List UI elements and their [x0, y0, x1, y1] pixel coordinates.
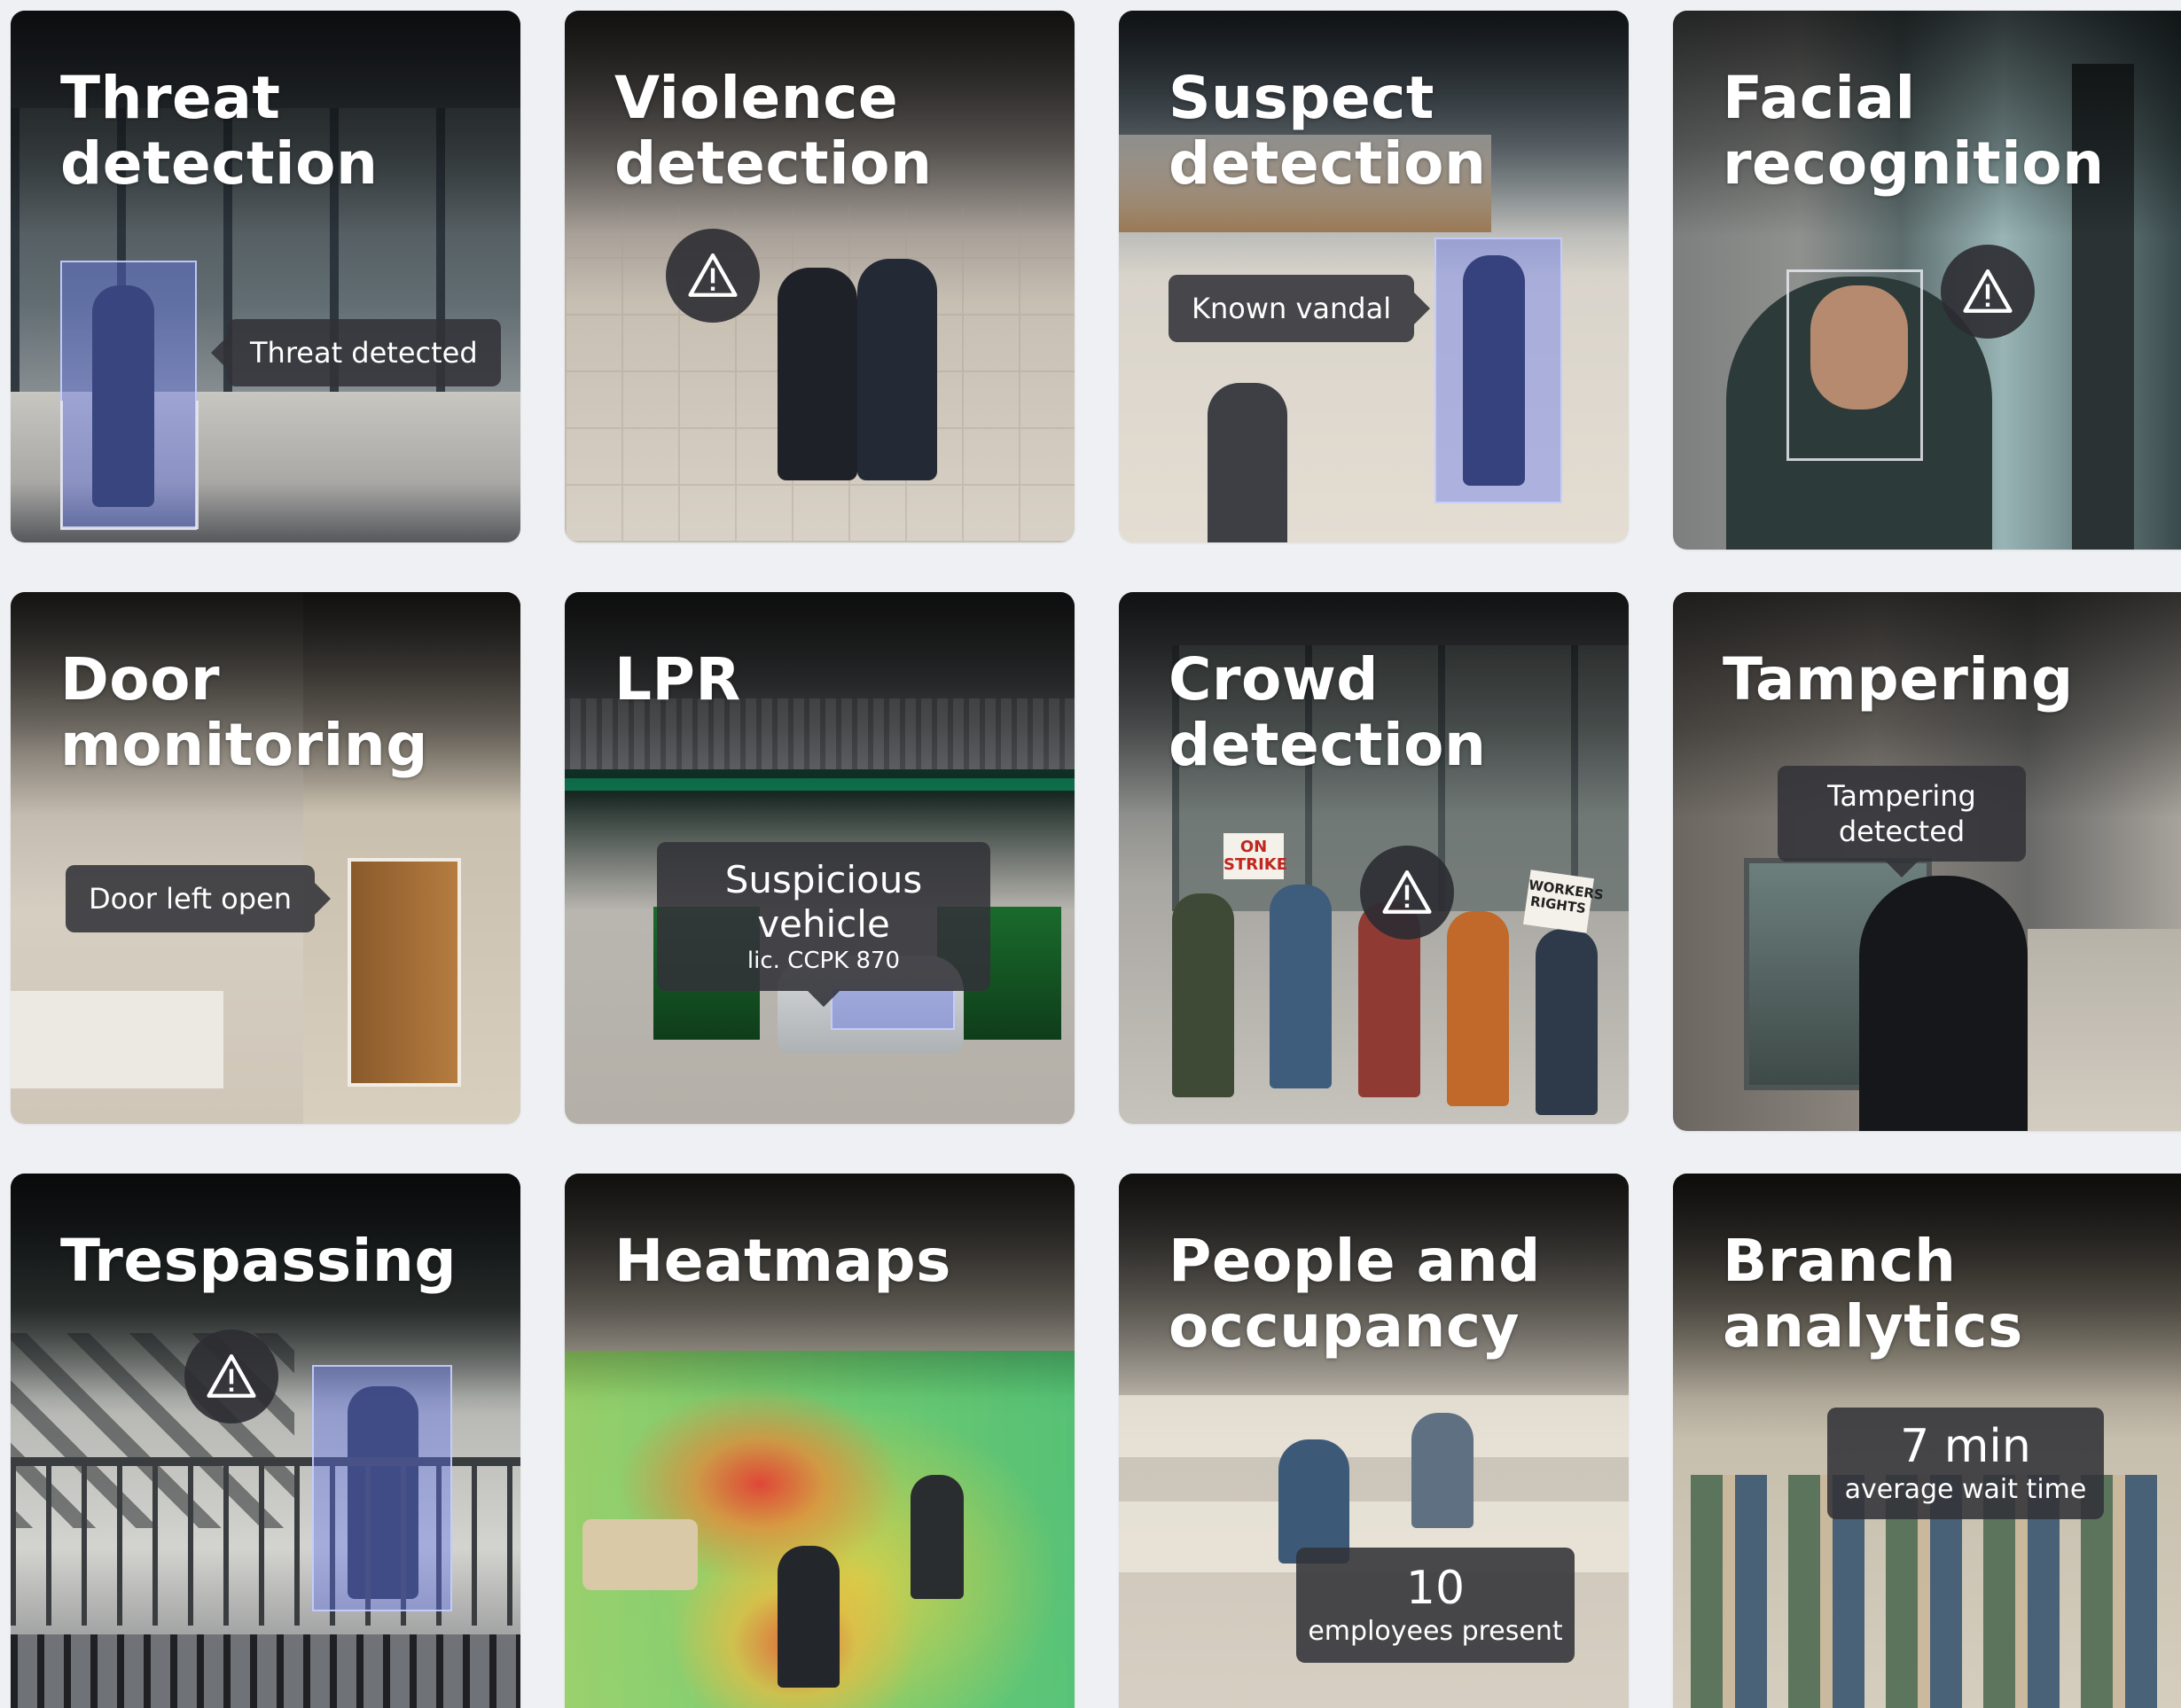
tampering-detected-label: Tampering detected — [1778, 766, 2026, 877]
tile-title: Facial recognition — [1723, 64, 2105, 198]
wait-time-label: 7 min average wait time — [1827, 1408, 2104, 1519]
tile-tampering[interactable]: Tampering Tampering detected — [1673, 592, 2181, 1131]
sofa — [582, 1519, 698, 1590]
tile-title: LPR — [614, 645, 741, 714]
tile-heatmaps[interactable]: Heatmaps — [565, 1174, 1075, 1708]
known-vandal-label: Known vandal — [1169, 275, 1431, 342]
employees-present-label: 10 employees present — [1296, 1548, 1575, 1663]
tile-title: Heatmaps — [614, 1227, 951, 1295]
desk-row — [1119, 1395, 1629, 1457]
fighter-figure — [857, 259, 937, 480]
warning-icon — [666, 229, 760, 323]
employee-count-caption: employees present — [1308, 1616, 1563, 1647]
tile-people-occupancy[interactable]: People and occupancy 10 employees presen… — [1119, 1174, 1629, 1708]
tile-lpr[interactable]: LPR Suspicious vehicle lic. CCPK 870 — [565, 592, 1075, 1124]
wait-time-caption: average wait time — [1844, 1474, 2087, 1505]
sidewalk — [2028, 929, 2181, 1131]
tile-branch-analytics[interactable]: Branch analytics 7 min average wait time — [1673, 1174, 2181, 1708]
person-figure — [1208, 383, 1287, 542]
hooded-figure — [1859, 876, 2028, 1131]
tile-suspect-detection[interactable]: Suspect detection Known vandal — [1119, 11, 1629, 542]
protester-figure — [1270, 885, 1332, 1088]
fighter-figure — [778, 268, 857, 480]
employee-figure — [1411, 1413, 1474, 1528]
license-plate-text: lic. CCPK 870 — [747, 948, 901, 974]
plate-detection-box — [831, 987, 955, 1030]
walking-person — [911, 1475, 964, 1599]
desk — [11, 991, 223, 1088]
tile-trespassing[interactable]: Trespassing — [11, 1174, 520, 1708]
employee-count: 10 — [1405, 1562, 1466, 1615]
detection-box — [312, 1365, 452, 1611]
green-stripe — [565, 778, 1075, 791]
tile-title: Violence detection — [614, 64, 933, 198]
tile-violence-detection[interactable]: Violence detection — [565, 11, 1075, 542]
tile-facial-recognition[interactable]: Facial recognition — [1673, 11, 2181, 550]
suspicious-vehicle-text: Suspicious vehicle — [724, 858, 923, 946]
open-door — [348, 858, 461, 1087]
tile-title: Suspect detection — [1169, 64, 1487, 198]
protester-figure — [1172, 893, 1234, 1097]
threat-detected-label: Threat detected — [211, 319, 501, 386]
tile-title: People and occupancy — [1169, 1227, 1541, 1361]
tile-title: Tampering — [1723, 645, 2074, 714]
warning-icon — [1941, 245, 2035, 339]
detection-outline — [60, 401, 199, 529]
face-detection-box — [1786, 269, 1923, 461]
suspicious-vehicle-label: Suspicious vehicle lic. CCPK 870 — [657, 842, 990, 1007]
on-strike-sign: ON STRIKE — [1223, 833, 1287, 879]
tile-title: Trespassing — [60, 1227, 457, 1295]
warning-icon — [1360, 846, 1454, 940]
warning-icon — [184, 1330, 278, 1423]
protester-figure — [1447, 911, 1509, 1106]
tile-threat-detection[interactable]: Threat detection Threat detected — [11, 11, 520, 542]
tile-title: Threat detection — [60, 64, 379, 198]
workers-rights-sign: WORKERS RIGHTS — [1523, 870, 1605, 933]
tile-title: Door monitoring — [60, 645, 429, 779]
railing-lower — [11, 1634, 520, 1708]
employee-figure — [1278, 1439, 1349, 1564]
protester-figure — [1536, 929, 1598, 1115]
tile-door-monitoring[interactable]: Door monitoring Door left open — [11, 592, 520, 1124]
tile-crowd-detection[interactable]: ON STRIKE WORKERS RIGHTS Crowd detection — [1119, 592, 1629, 1124]
tile-title: Crowd detection — [1169, 645, 1487, 779]
detection-box — [1434, 238, 1562, 503]
walking-person — [778, 1546, 840, 1688]
tile-title: Branch analytics — [1723, 1227, 2023, 1361]
wait-time-value: 7 min — [1900, 1420, 2031, 1473]
door-left-open-label: Door left open — [66, 865, 331, 932]
